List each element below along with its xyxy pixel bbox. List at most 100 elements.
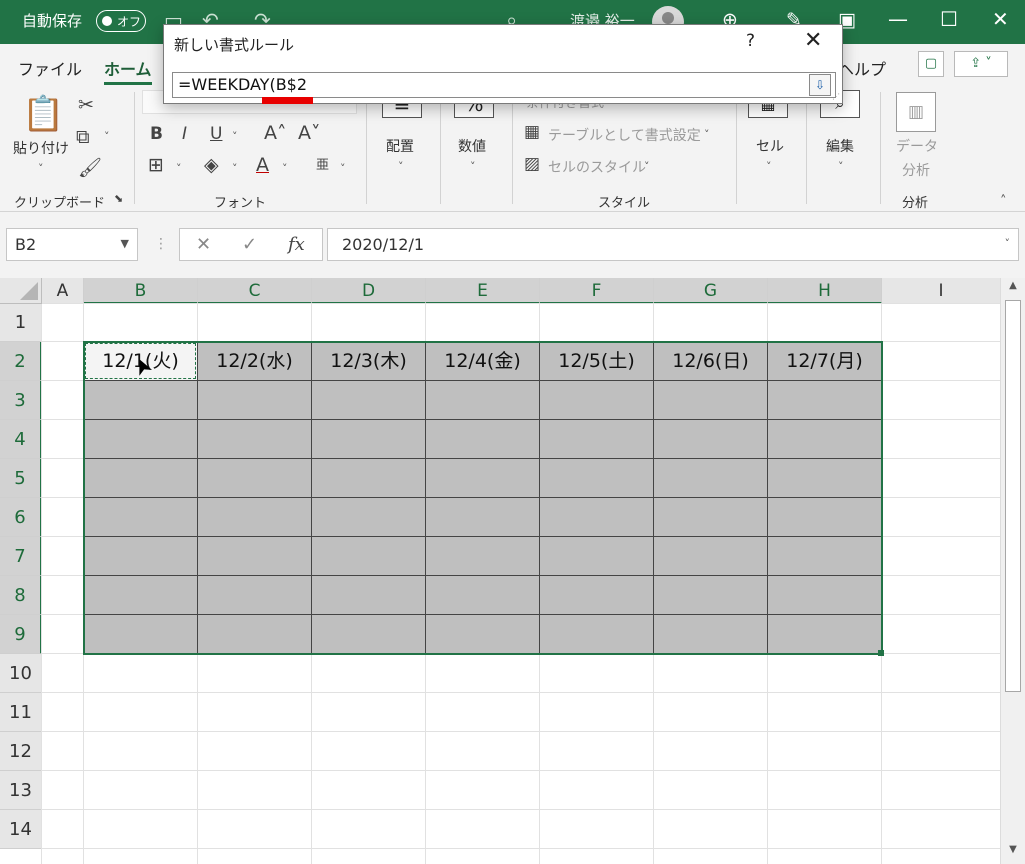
scroll-down-icon[interactable]: ▼ <box>1005 844 1021 862</box>
name-box-dropdown-icon[interactable]: ▼ <box>121 237 129 250</box>
cell-b4[interactable] <box>84 420 198 459</box>
cell-styles-dropdown-icon[interactable]: ˅ <box>644 160 650 173</box>
clipboard-icon[interactable]: 📋 <box>22 94 64 134</box>
cells-label[interactable]: セル <box>756 136 784 156</box>
cell-d4[interactable] <box>312 420 426 459</box>
bold-icon[interactable]: B <box>150 124 163 144</box>
vertical-scrollbar[interactable]: ▲ ▼ <box>1000 278 1025 864</box>
tab-home[interactable]: ホーム <box>104 56 152 85</box>
autosave-toggle[interactable]: オフ <box>96 10 146 32</box>
cell-c5[interactable] <box>198 459 312 498</box>
cell-h6[interactable] <box>768 498 882 537</box>
scroll-up-icon[interactable]: ▲ <box>1005 280 1021 298</box>
row-header-11[interactable]: 11 <box>0 693 42 732</box>
column-header-f[interactable]: F <box>540 278 654 304</box>
cut-icon[interactable]: ✂ <box>78 94 94 116</box>
row-header-1[interactable]: 1 <box>0 304 42 342</box>
row-header-8[interactable]: 8 <box>0 576 42 615</box>
formula-input[interactable]: 2020/12/1 ˅ <box>327 228 1019 261</box>
format-as-table-dropdown-icon[interactable]: ˅ <box>704 128 710 141</box>
cell-styles-label[interactable]: セルのスタイル <box>548 157 646 177</box>
cell-f6[interactable] <box>540 498 654 537</box>
cell-e5[interactable] <box>426 459 540 498</box>
cell-e3[interactable] <box>426 381 540 420</box>
cancel-icon[interactable]: ✕ <box>196 234 211 255</box>
cell-g5[interactable] <box>654 459 768 498</box>
cell-b9[interactable] <box>84 615 198 654</box>
row-header-3[interactable]: 3 <box>0 381 42 420</box>
fill-dropdown-icon[interactable]: ˅ <box>232 162 238 175</box>
row-header-2[interactable]: 2 <box>0 342 42 381</box>
name-box[interactable]: B2 ▼ <box>6 228 138 261</box>
copy-icon[interactable]: ⧉ <box>76 126 90 148</box>
cell-c7[interactable] <box>198 537 312 576</box>
cell-f9[interactable] <box>540 615 654 654</box>
cell-e7[interactable] <box>426 537 540 576</box>
select-all-corner[interactable] <box>0 278 42 304</box>
expand-formula-icon[interactable]: ˅ <box>1005 237 1011 250</box>
cell-f5[interactable] <box>540 459 654 498</box>
column-header-b[interactable]: B <box>84 278 198 304</box>
fill-color-icon[interactable]: ◈ <box>204 154 219 176</box>
increase-font-icon[interactable]: A˄ <box>264 122 287 144</box>
cell-h2[interactable]: 12/7(月) <box>768 342 882 381</box>
number-label[interactable]: 数値 <box>458 136 486 156</box>
phonetic-icon[interactable]: 亜 <box>316 154 329 173</box>
column-header-i[interactable]: I <box>882 278 1000 304</box>
font-color-dropdown-icon[interactable]: ˅ <box>282 162 288 175</box>
cell-d9[interactable] <box>312 615 426 654</box>
cell-e8[interactable] <box>426 576 540 615</box>
cell-g9[interactable] <box>654 615 768 654</box>
cell-g4[interactable] <box>654 420 768 459</box>
rule-formula-input[interactable]: =WEEKDAY(B$2 <box>172 72 836 98</box>
share-icon[interactable]: ⇪ ˅ <box>954 51 1008 77</box>
editing-dropdown-icon[interactable]: ˅ <box>838 160 844 173</box>
cell-h9[interactable] <box>768 615 882 654</box>
cell-b8[interactable] <box>84 576 198 615</box>
cell-f4[interactable] <box>540 420 654 459</box>
expand-dialog-icon[interactable]: ⇩ <box>809 74 831 96</box>
maximize-icon[interactable]: ☐ <box>940 7 958 31</box>
borders-dropdown-icon[interactable]: ˅ <box>176 162 182 175</box>
cell-h4[interactable] <box>768 420 882 459</box>
format-painter-icon[interactable]: 🖌 <box>78 156 102 179</box>
cell-h8[interactable] <box>768 576 882 615</box>
paste-label[interactable]: 貼り付け <box>13 138 69 158</box>
row-header-9[interactable]: 9 <box>0 615 42 654</box>
cell-h3[interactable] <box>768 381 882 420</box>
column-header-d[interactable]: D <box>312 278 426 304</box>
clipboard-launcher-icon[interactable]: ⬊ <box>114 192 123 205</box>
cell-b5[interactable] <box>84 459 198 498</box>
cell-g8[interactable] <box>654 576 768 615</box>
copy-dropdown-icon[interactable]: ˅ <box>104 130 110 143</box>
cell-d2[interactable]: 12/3(木) <box>312 342 426 381</box>
dialog-close-icon[interactable]: ✕ <box>804 28 822 53</box>
column-header-a[interactable]: A <box>42 278 84 304</box>
cells-dropdown-icon[interactable]: ˅ <box>766 160 772 173</box>
cell-c9[interactable] <box>198 615 312 654</box>
cell-d8[interactable] <box>312 576 426 615</box>
paste-dropdown-icon[interactable]: ˅ <box>38 162 44 175</box>
borders-icon[interactable]: ⊞ <box>148 154 164 176</box>
cell-f7[interactable] <box>540 537 654 576</box>
column-header-c[interactable]: C <box>198 278 312 304</box>
number-dropdown-icon[interactable]: ˅ <box>470 160 476 173</box>
cell-b7[interactable] <box>84 537 198 576</box>
row-header-5[interactable]: 5 <box>0 459 42 498</box>
cell-d7[interactable] <box>312 537 426 576</box>
underline-dropdown-icon[interactable]: ˅ <box>232 130 238 143</box>
cell-e9[interactable] <box>426 615 540 654</box>
worksheet-grid[interactable]: ABCDEFGHI 1 2 3 4 5 6 7 8 9 10 11 12 13 14 12/1(火) 12/… <box>0 278 1000 864</box>
scroll-thumb[interactable] <box>1005 300 1021 692</box>
cell-d6[interactable] <box>312 498 426 537</box>
alignment-dropdown-icon[interactable]: ˅ <box>398 160 404 173</box>
tab-file[interactable]: ファイル <box>18 56 82 80</box>
cell-h5[interactable] <box>768 459 882 498</box>
cell-d5[interactable] <box>312 459 426 498</box>
cell-g6[interactable] <box>654 498 768 537</box>
row-header-7[interactable]: 7 <box>0 537 42 576</box>
minimize-icon[interactable]: — <box>888 7 908 31</box>
cell-c8[interactable] <box>198 576 312 615</box>
comments-icon[interactable]: ▢ <box>918 51 944 77</box>
cell-e4[interactable] <box>426 420 540 459</box>
